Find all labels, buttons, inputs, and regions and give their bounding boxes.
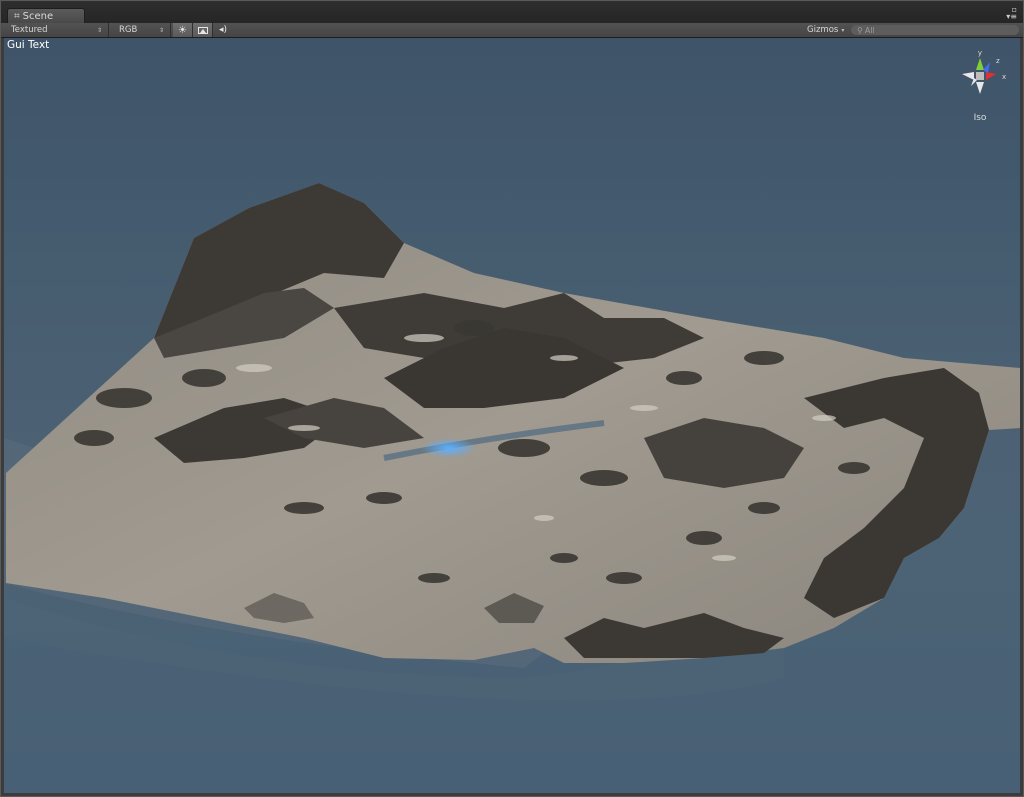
axis-z-cone[interactable] bbox=[983, 62, 990, 73]
axis-z-label: z bbox=[996, 57, 1000, 65]
search-icon: ⚲ bbox=[857, 25, 863, 35]
axis-neg-y-cone[interactable] bbox=[976, 82, 984, 94]
draw-mode-value: Textured bbox=[11, 25, 48, 35]
gizmos-dropdown[interactable]: Gizmos ▾ bbox=[807, 23, 847, 37]
tab-scene[interactable]: ⌗ Scene bbox=[7, 8, 85, 24]
lighting-toggle[interactable]: ☀ bbox=[173, 23, 193, 37]
title-bar: ⌗ Scene ▫ ▾≡ bbox=[1, 1, 1023, 24]
scene-toolbar: Textured ⇕ RGB ⇕ ☀ ◂) Gizmos ▾ ⚲ All bbox=[1, 23, 1023, 38]
projection-label[interactable]: Iso bbox=[964, 113, 996, 123]
render-mode-value: RGB bbox=[119, 25, 138, 35]
draw-mode-dropdown[interactable]: Textured ⇕ bbox=[1, 23, 109, 37]
gizmos-label: Gizmos bbox=[807, 25, 839, 35]
axis-neg-x-cone[interactable] bbox=[962, 72, 974, 80]
window-controls[interactable]: ▫ ▾≡ bbox=[1006, 6, 1017, 21]
sun-icon: ☀ bbox=[178, 24, 187, 36]
effects-toggle[interactable] bbox=[193, 23, 213, 37]
dropdown-arrows-icon: ⇕ bbox=[158, 26, 164, 34]
dropdown-arrow-icon: ▾ bbox=[841, 26, 845, 34]
dropdown-arrows-icon: ⇕ bbox=[96, 26, 102, 34]
axis-x-label: x bbox=[1002, 73, 1006, 81]
scene-grid-icon: ⌗ bbox=[14, 11, 20, 22]
tab-scene-label: Scene bbox=[22, 11, 54, 22]
axis-y-label: y bbox=[978, 49, 982, 57]
gui-text-label: Gui Text bbox=[7, 39, 50, 51]
audio-toggle[interactable]: ◂) bbox=[213, 23, 233, 37]
search-input[interactable]: ⚲ All bbox=[851, 25, 1019, 35]
speaker-icon: ◂) bbox=[218, 25, 228, 35]
scene-orientation-gizmo[interactable]: y z x bbox=[950, 46, 1010, 106]
axis-x-cone[interactable] bbox=[986, 72, 996, 80]
gizmo-center-cube[interactable] bbox=[976, 72, 984, 80]
scene-window: ⌗ Scene ▫ ▾≡ Textured ⇕ RGB ⇕ ☀ ◂) Gizmo bbox=[0, 0, 1024, 797]
panel-menu-icon[interactable]: ▾≡ bbox=[1006, 13, 1017, 21]
search-placeholder: All bbox=[864, 25, 875, 35]
render-mode-dropdown[interactable]: RGB ⇕ bbox=[109, 23, 171, 37]
axis-y-cone[interactable] bbox=[976, 58, 984, 70]
image-icon bbox=[197, 26, 208, 34]
scene-viewport[interactable]: Gui Text y z x Iso bbox=[4, 38, 1020, 793]
terrain-mesh bbox=[4, 183, 1020, 701]
